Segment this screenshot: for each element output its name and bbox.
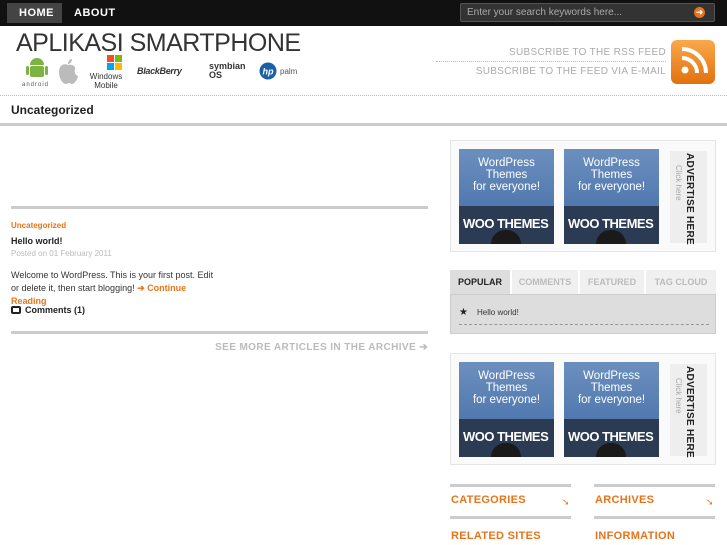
hp-icon: hp	[259, 62, 277, 80]
ad-line2: Themes	[590, 382, 633, 394]
archive-link-label: SEE MORE ARTICLES IN THE ARCHIVE	[215, 342, 417, 353]
title-divider	[0, 123, 727, 126]
advertise-here-link[interactable]: ADVERTISE HERE Click here	[670, 151, 707, 245]
ad-line2: Themes	[485, 382, 528, 394]
star-icon: ★	[459, 307, 468, 318]
site-logo-title[interactable]: APLIKASI SMARTPHONE	[16, 29, 301, 58]
rss-icon[interactable]	[671, 40, 715, 84]
woothemes-ad[interactable]: WordPress Themes for everyone! WOO THEMES	[564, 149, 659, 244]
click-here-label: Click here	[674, 378, 683, 414]
ninja-icon	[491, 230, 521, 244]
subscribe-rss-link[interactable]: SUBSCRIBE TO THE RSS FEED	[436, 47, 666, 62]
comments-label: Comments (1)	[25, 305, 86, 315]
woo-brand: WOO THEMES	[568, 216, 654, 231]
ad-line2: Themes	[590, 169, 633, 181]
ad-line1: WordPress	[478, 157, 535, 169]
windows-icon	[107, 55, 122, 70]
ad-line3: for everyone!	[577, 394, 646, 406]
blackberry-label: BlackBerry	[137, 66, 182, 76]
archive-link[interactable]: SEE MORE ARTICLES IN THE ARCHIVE ➔	[215, 342, 428, 353]
woothemes-ad[interactable]: WordPress Themes for everyone! WOO THEMES	[459, 149, 554, 244]
search-box: ➜	[460, 3, 715, 22]
post-bottom-divider	[11, 331, 428, 334]
top-nav-bar: HOME ABOUT ➜	[0, 0, 727, 26]
post-date: Posted on 01 February 2011	[11, 249, 112, 258]
woo-banner: WOO THEMES	[459, 206, 554, 244]
woo-brand: WOO THEMES	[463, 429, 549, 444]
ad-text: WordPress Themes for everyone!	[564, 157, 659, 193]
ad-line1: WordPress	[583, 370, 640, 382]
tab-popular[interactable]: POPULAR	[450, 270, 510, 294]
popular-post-title: Hello world!	[477, 308, 519, 317]
windows-mobile-label: Windows Mobile	[89, 72, 123, 90]
woo-brand: WOO THEMES	[463, 216, 549, 231]
nav-about[interactable]: ABOUT	[62, 3, 128, 23]
nav-home[interactable]: HOME	[7, 3, 62, 23]
post-excerpt: Welcome to WordPress. This is your first…	[11, 269, 216, 308]
categories-divider	[450, 484, 571, 487]
android-label: android	[22, 82, 50, 88]
tab-featured[interactable]: FEATURED	[580, 270, 644, 294]
ninja-icon	[596, 443, 626, 457]
ad-line1: WordPress	[583, 157, 640, 169]
tab-comments[interactable]: COMMENTS	[512, 270, 578, 294]
woo-banner: WOO THEMES	[564, 206, 659, 244]
ad-box-top: WordPress Themes for everyone! WOO THEMES …	[450, 140, 716, 252]
apple-icon	[59, 59, 78, 84]
comments-link[interactable]: Comments (1)	[11, 305, 85, 315]
svg-text:hp: hp	[263, 67, 274, 77]
advertise-here-label: ADVERTISE HERE	[684, 366, 695, 458]
woo-banner: WOO THEMES	[564, 419, 659, 457]
related-sites-heading[interactable]: RELATED SITES	[451, 530, 541, 542]
search-input[interactable]	[467, 5, 687, 20]
archives-divider	[594, 484, 715, 487]
subscribe-email-link[interactable]: SUBSCRIBE TO THE FEED VIA E-MAIL	[436, 66, 666, 80]
popular-post-link[interactable]: ★ Hello world!	[459, 307, 709, 325]
ad-line3: for everyone!	[577, 181, 646, 193]
categories-heading[interactable]: CATEGORIES	[451, 494, 526, 506]
ad-text: WordPress Themes for everyone!	[564, 370, 659, 406]
woothemes-ad[interactable]: WordPress Themes for everyone! WOO THEMES	[564, 362, 659, 457]
post-top-divider	[11, 206, 428, 209]
ninja-icon	[596, 230, 626, 244]
click-here-label: Click here	[674, 165, 683, 201]
ad-line3: for everyone!	[472, 394, 541, 406]
chevron-down-icon[interactable]: ➘	[562, 497, 571, 507]
ad-line2: Themes	[485, 169, 528, 181]
post-category-link[interactable]: Uncategorized	[11, 221, 66, 230]
ad-line1: WordPress	[478, 370, 535, 382]
woo-brand: WOO THEMES	[568, 429, 654, 444]
arrow-right-icon: ➔	[419, 342, 428, 353]
android-icon	[26, 58, 48, 77]
ad-text: WordPress Themes for everyone!	[459, 157, 554, 193]
tab-panel: ★ Hello world!	[450, 294, 716, 334]
palm-label: palm	[280, 67, 298, 76]
archives-heading[interactable]: ARCHIVES	[595, 494, 654, 506]
tabbed-widget: POPULAR COMMENTS FEATURED TAG CLOUD ★ Hel…	[450, 270, 716, 334]
related-sites-divider	[450, 516, 571, 519]
advertise-here-link[interactable]: ADVERTISE HERE Click here	[670, 364, 707, 458]
information-divider	[594, 516, 715, 519]
chevron-down-icon[interactable]: ➘	[706, 497, 715, 507]
woothemes-ad[interactable]: WordPress Themes for everyone! WOO THEMES	[459, 362, 554, 457]
search-submit-icon[interactable]: ➜	[694, 7, 705, 18]
comment-bubble-icon	[11, 306, 21, 314]
symbian-label: symbian OS	[209, 61, 246, 80]
post-title-link[interactable]: Hello world!	[11, 236, 63, 246]
ad-line3: for everyone!	[472, 181, 541, 193]
advertise-here-label: ADVERTISE HERE	[684, 153, 695, 245]
ad-text: WordPress Themes for everyone!	[459, 370, 554, 406]
rss-glyph-icon	[681, 47, 708, 74]
information-heading[interactable]: INFORMATION	[595, 530, 675, 542]
woo-banner: WOO THEMES	[459, 419, 554, 457]
page-title: Uncategorized	[11, 103, 94, 117]
ninja-icon	[491, 443, 521, 457]
tab-tag-cloud[interactable]: TAG CLOUD	[646, 270, 716, 294]
ad-box-bottom: WordPress Themes for everyone! WOO THEMES …	[450, 353, 716, 465]
header-divider	[0, 95, 727, 96]
